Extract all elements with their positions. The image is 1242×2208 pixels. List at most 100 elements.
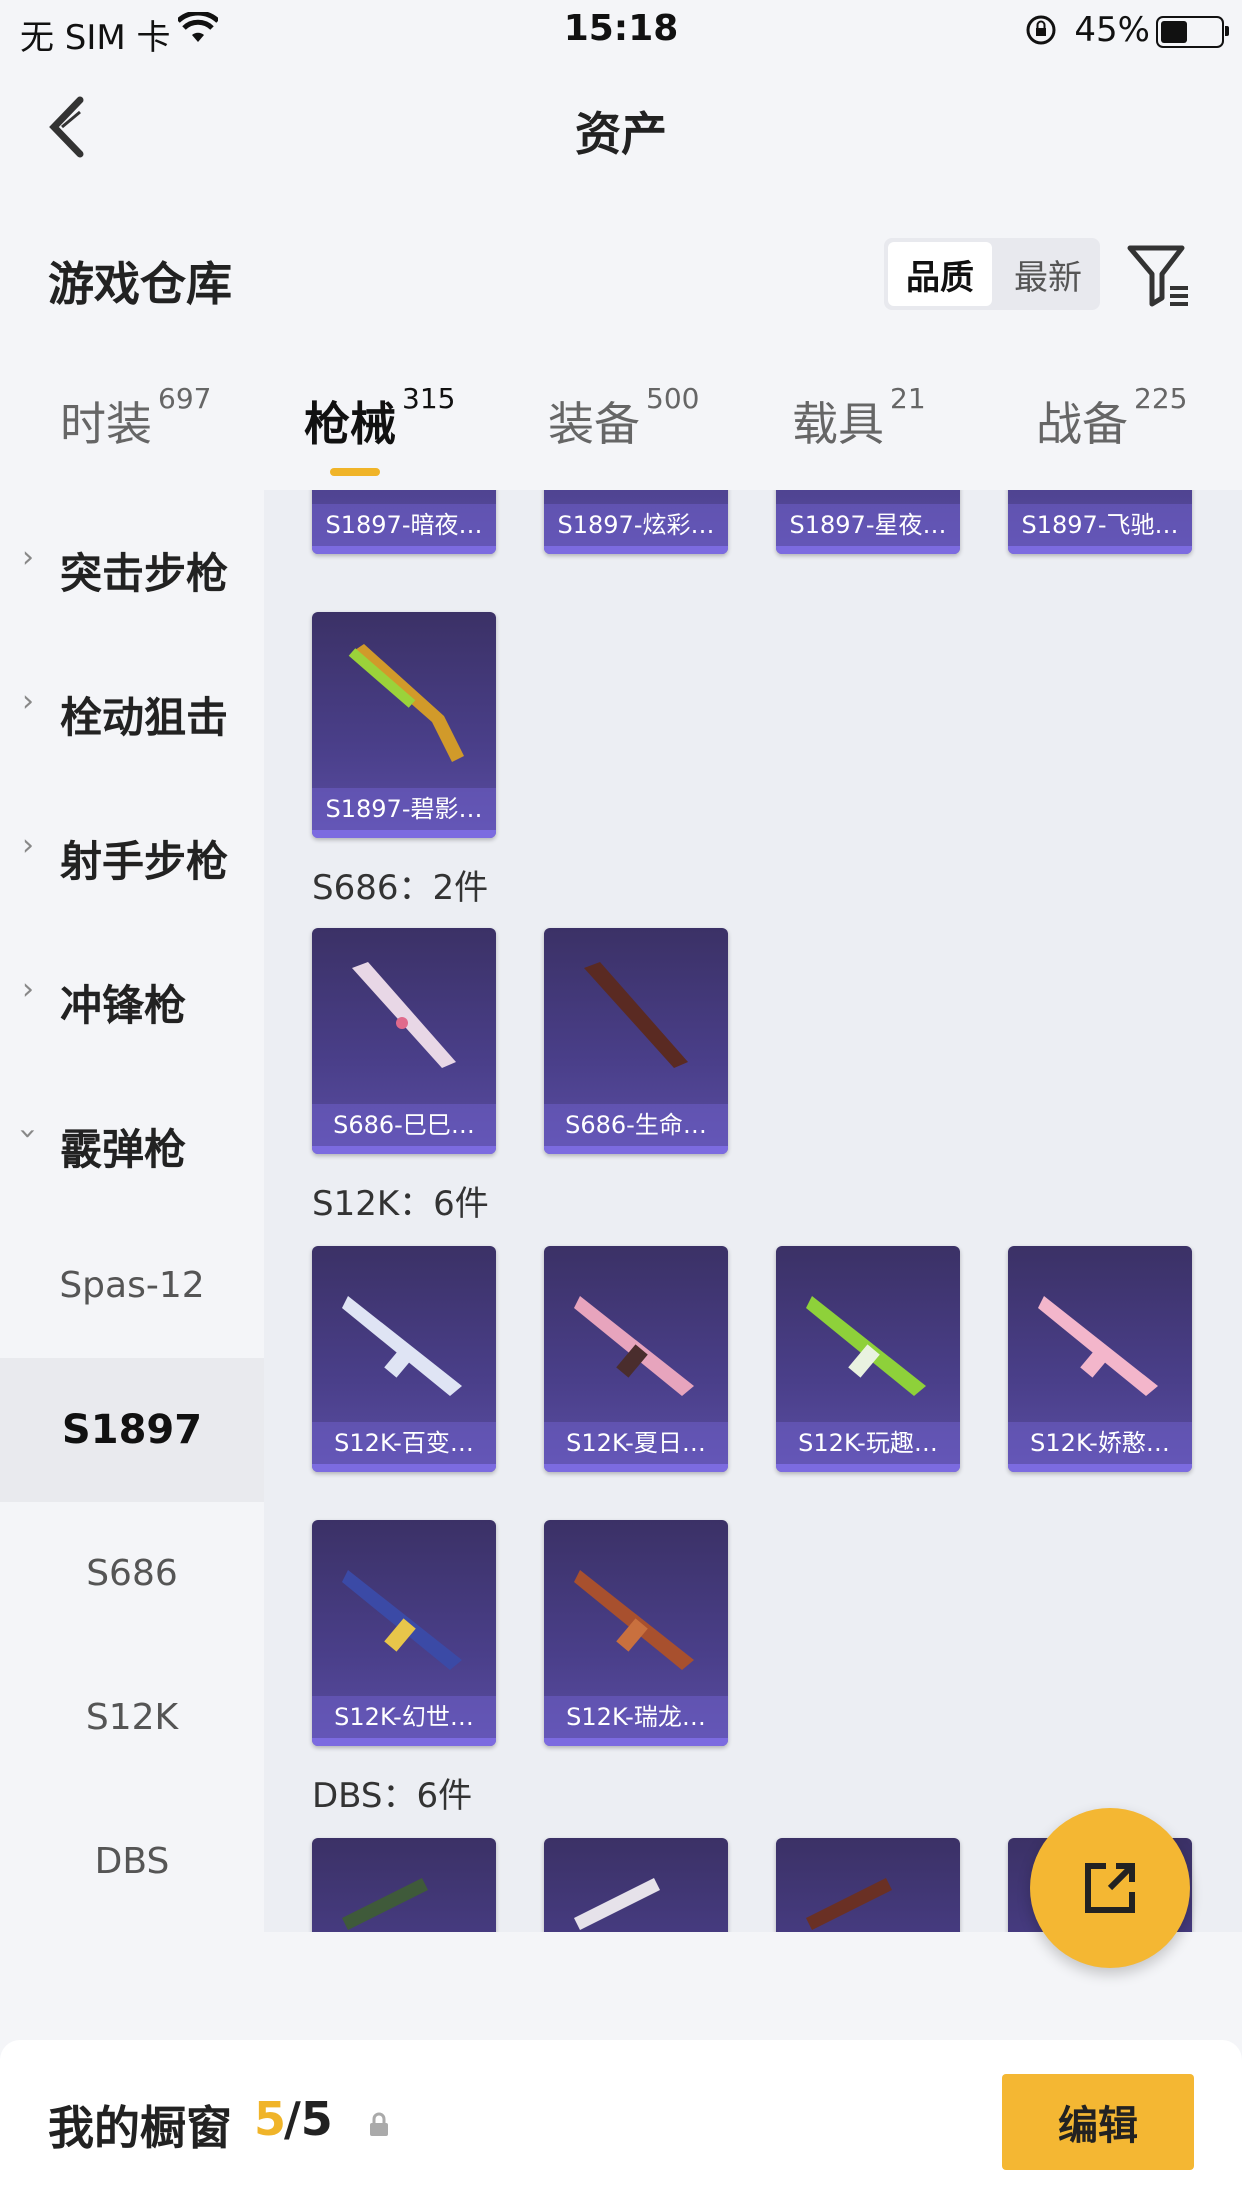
rifle-image [1038,1296,1158,1396]
item-card-bar [776,1464,960,1472]
filter-icon[interactable] [1124,240,1194,310]
tab-equipment[interactable]: 装备 500 [548,382,699,454]
tab-count: 225 [1134,382,1188,415]
edit-button[interactable]: 编辑 [1002,2074,1194,2170]
item-card-bar [312,1464,496,1472]
item-card-bar [544,1738,728,1746]
shotgun-image [352,962,456,1068]
rifle-image [342,1570,462,1670]
item-card[interactable]: S12K-娇憨… [1008,1246,1192,1472]
item-card[interactable]: S686-巳巳… [312,928,496,1154]
item-card-bar [544,546,728,554]
tab-label: 时装 [60,397,152,451]
item-caption: S1897-飞驰… [1008,504,1192,546]
item-card[interactable]: S1897-暗夜… [312,490,496,554]
item-card[interactable]: S12K-夏日… [544,1246,728,1472]
item-card[interactable]: S1897-星夜… [776,490,960,554]
sidebar-item-label: 栓动狙击 [60,693,229,742]
shotgun-image [806,1878,892,1930]
rifle-image [806,1296,926,1396]
group-heading-s12k: S12K：6件 [312,1184,489,1224]
sort-quality[interactable]: 品质 [888,242,992,306]
item-card[interactable]: S1897-碧影… [312,612,496,838]
rifle-image [574,1570,694,1670]
share-export-icon [1085,1863,1135,1913]
item-caption: S12K-百变… [312,1422,496,1464]
item-card[interactable]: S12K-玩趣… [776,1246,960,1472]
item-card[interactable] [544,1838,728,1932]
item-caption: S12K-夏日… [544,1422,728,1464]
battery-fill [1161,21,1188,43]
sidebar-sub-spas12[interactable]: Spas-12 [0,1214,264,1358]
group-heading-s686: S686：2件 [312,868,489,908]
sort-toggle: 品质 最新 [884,238,1100,310]
warehouse-title: 游戏仓库 [48,257,232,311]
item-card[interactable]: S12K-瑞龙… [544,1520,728,1746]
sidebar-sub-dbs[interactable]: DBS [0,1790,264,1934]
sidebar-item-label: 冲锋枪 [60,981,187,1030]
nav-bar: 资产 [0,62,1242,192]
item-caption: S12K-娇憨… [1008,1422,1192,1464]
item-caption: S686-巳巳… [312,1104,496,1146]
showcase-label: 我的橱窗 [48,2101,232,2155]
showcase-current: 5 [254,2092,287,2146]
sort-newest[interactable]: 最新 [996,238,1100,310]
item-card-bar [312,830,496,838]
item-card[interactable]: S12K-幻世… [312,1520,496,1746]
item-caption: S1897-星夜… [776,504,960,546]
item-card-bar [312,546,496,554]
chevron-right-icon: › [22,972,34,1007]
tab-gear[interactable]: 战备 225 [1036,382,1187,454]
chevron-right-icon: › [22,540,34,575]
sidebar-item-label: 射手步枪 [60,837,229,886]
sidebar-sub-s686[interactable]: S686 [0,1502,264,1646]
showcase-total: /5 [284,2092,333,2146]
tab-label: 枪械 [304,397,396,451]
item-card[interactable]: S686-生命… [544,928,728,1154]
item-caption: S1897-炫彩… [544,504,728,546]
sidebar-sub-s12k[interactable]: S12K [0,1646,264,1790]
item-card-bar [544,1146,728,1154]
rifle-image [574,1296,694,1396]
item-card-bar [1008,546,1192,554]
tab-count: 500 [646,382,700,415]
chevron-down-icon: › [10,1127,46,1140]
shotgun-image [574,1878,660,1930]
tab-label: 战备 [1036,397,1128,451]
item-card-bar [544,1464,728,1472]
sidebar-item-label: 霰弹枪 [60,1125,187,1174]
battery-icon [1156,16,1229,48]
page-title: 资产 [575,107,667,161]
item-card[interactable]: S1897-飞驰… [1008,490,1192,554]
tab-count: 697 [158,382,212,415]
sidebar-sub-s1897[interactable]: S1897 [0,1358,264,1502]
active-tab-indicator [330,468,380,476]
tab-firearms[interactable]: 枪械 315 [304,382,455,476]
item-caption: S686-生命… [544,1104,728,1146]
item-caption: S1897-暗夜… [312,504,496,546]
item-caption: S1897-碧影… [312,788,496,830]
status-bar: 无 SIM 卡 15:18 45% [0,0,1242,62]
rotation-lock-icon [1025,14,1057,50]
chevron-right-icon: › [22,828,34,863]
tab-count: 315 [402,382,456,415]
shotgun-image [584,962,688,1068]
item-card[interactable] [312,1838,496,1932]
shotgun-image [342,1878,428,1930]
lock-icon [366,2112,392,2142]
item-caption: S12K-玩趣… [776,1422,960,1464]
item-card[interactable]: S12K-百变… [312,1246,496,1472]
tab-count: 21 [890,382,926,415]
tab-vehicles[interactable]: 载具 21 [792,382,926,454]
item-grid: S1897-暗夜… S1897-炫彩… S1897-星夜… S1897-飞驰… … [264,490,1242,1932]
item-card-bar [1008,1464,1192,1472]
chevron-right-icon: › [22,684,34,719]
share-export-button[interactable] [1030,1808,1190,1968]
item-card[interactable] [776,1838,960,1932]
item-card[interactable]: S1897-炫彩… [544,490,728,554]
category-tabs: 时装 697 枪械 315 装备 500 载具 21 战备 225 [0,382,1242,488]
shotgun-image [348,644,464,762]
item-caption: S12K-幻世… [312,1696,496,1738]
tab-label: 载具 [792,397,884,451]
tab-fashion[interactable]: 时装 697 [60,382,211,454]
